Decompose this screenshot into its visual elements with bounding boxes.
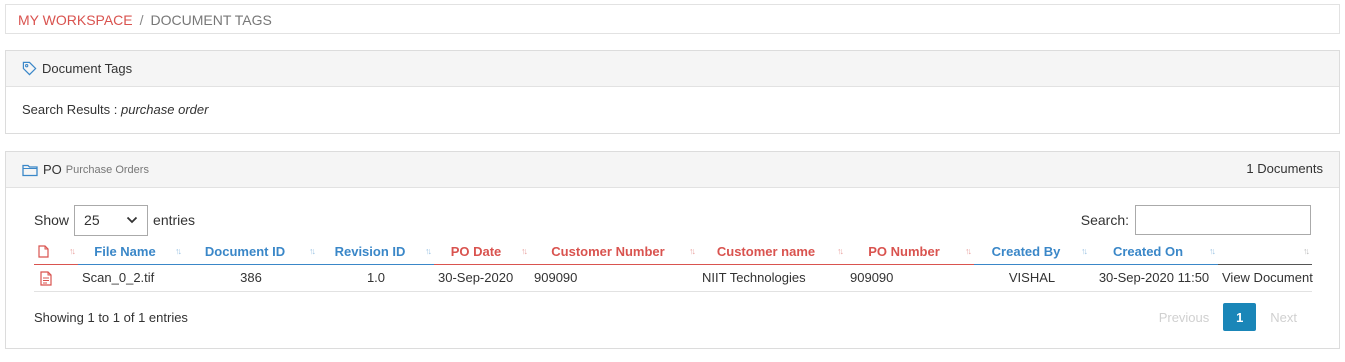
search-term: purchase order	[121, 102, 209, 117]
purchase-orders-heading: PO Purchase Orders 1 Documents	[6, 152, 1339, 188]
documents-table: ↑↓ File Name ↑↓ Document ID ↑↓ Revision …	[34, 240, 1313, 292]
document-tags-title: Document Tags	[42, 61, 133, 76]
sort-icon: ↑↓	[521, 246, 528, 256]
sort-icon: ↑↓	[309, 246, 316, 256]
purchase-orders-panel: PO Purchase Orders 1 Documents Show 25 e…	[5, 151, 1340, 349]
entries-select-value: 25	[84, 212, 100, 228]
customer-name-column-header[interactable]: Customer name ↑↓	[698, 240, 846, 265]
search-results-label: Search Results :	[22, 102, 118, 117]
next-page-button[interactable]: Next	[1256, 310, 1311, 325]
customer-name-cell: NIIT Technologies	[698, 264, 846, 292]
breadcrumb-separator: /	[139, 12, 144, 28]
document-tags-heading: Document Tags	[6, 51, 1339, 87]
search-results: Search Results : purchase order	[6, 87, 1339, 132]
folder-icon	[22, 164, 38, 176]
table-info: Showing 1 to 1 of 1 entries	[34, 310, 188, 325]
breadcrumb-current: DOCUMENT TAGS	[150, 12, 272, 28]
view-document-link[interactable]: View Document	[1218, 264, 1313, 292]
document-id-cell: 386	[184, 264, 318, 292]
sort-icon: ↑↓	[1209, 246, 1216, 256]
created-on-header-label: Created On	[1112, 244, 1184, 260]
po-date-header-label: PO Date	[450, 244, 502, 260]
entries-length-control: Show 25 entries	[34, 204, 196, 236]
file-name-column-header[interactable]: File Name ↑↓	[78, 240, 184, 265]
po-subtitle: Purchase Orders	[65, 163, 149, 176]
po-number-header-label: PO Number	[868, 244, 940, 260]
entries-label: entries	[153, 212, 196, 228]
customer-name-header-label: Customer name	[716, 244, 816, 260]
sort-icon: ↑↓	[425, 246, 432, 256]
created-by-cell: VISHAL	[974, 264, 1090, 292]
sort-icon: ↑↓	[1303, 246, 1310, 256]
sort-icon: ↑↓	[689, 246, 696, 256]
tag-icon	[22, 61, 37, 76]
table-header-row: ↑↓ File Name ↑↓ Document ID ↑↓ Revision …	[34, 240, 1312, 265]
sort-icon: ↑↓	[965, 246, 972, 256]
file-type-column-header[interactable]: ↑↓	[34, 240, 78, 265]
po-date-column-header[interactable]: PO Date ↑↓	[434, 240, 530, 265]
breadcrumb: MY WORKSPACE / DOCUMENT TAGS	[5, 4, 1340, 34]
previous-page-button[interactable]: Previous	[1145, 310, 1224, 325]
page-1-button[interactable]: 1	[1223, 303, 1257, 331]
document-id-header-label: Document ID	[204, 244, 286, 260]
created-by-column-header[interactable]: Created By ↑↓	[974, 240, 1090, 265]
search-control: Search:	[1081, 205, 1311, 235]
revision-id-header-label: Revision ID	[334, 244, 406, 260]
file-name-link[interactable]: Scan_0_2.tif	[78, 264, 184, 292]
revision-id-column-header[interactable]: Revision ID ↑↓	[318, 240, 434, 265]
created-on-column-header[interactable]: Created On ↑↓	[1090, 240, 1218, 265]
document-id-column-header[interactable]: Document ID ↑↓	[184, 240, 318, 265]
sort-icon: ↑↓	[69, 246, 76, 256]
file-icon	[38, 245, 49, 258]
customer-number-cell: 909090	[530, 264, 698, 292]
search-label: Search:	[1080, 212, 1129, 228]
search-input[interactable]	[1135, 205, 1311, 235]
po-date-cell: 30-Sep-2020	[434, 264, 530, 292]
entries-select[interactable]: 25	[74, 204, 149, 236]
chevron-down-icon	[126, 216, 138, 224]
show-label: Show	[34, 212, 70, 228]
created-on-cell: 30-Sep-2020 11:50	[1090, 264, 1218, 292]
breadcrumb-home-link[interactable]: MY WORKSPACE	[18, 12, 133, 28]
sort-icon: ↑↓	[175, 246, 182, 256]
action-column-header[interactable]: ↑↓	[1218, 240, 1312, 265]
file-pdf-icon	[40, 270, 52, 286]
document-count: 1 Documents	[1246, 161, 1323, 176]
po-number-column-header[interactable]: PO Number ↑↓	[846, 240, 974, 265]
pagination: Previous 1 Next	[1145, 303, 1311, 331]
file-name-header-label: File Name	[94, 244, 156, 260]
po-number-cell: 909090	[846, 264, 974, 292]
customer-number-column-header[interactable]: Customer Number ↑↓	[530, 240, 698, 265]
table-row: Scan_0_2.tif 386 1.0 30-Sep-2020 909090 …	[34, 264, 1313, 292]
table-controls: Show 25 entries Search:	[34, 204, 1311, 236]
revision-id-cell: 1.0	[318, 264, 434, 292]
created-by-header-label: Created By	[991, 244, 1061, 260]
customer-number-header-label: Customer Number	[551, 244, 665, 260]
po-code: PO	[43, 162, 62, 177]
file-type-cell	[34, 264, 78, 292]
sort-icon: ↑↓	[1081, 246, 1088, 256]
document-tags-panel: Document Tags Search Results : purchase …	[5, 50, 1340, 134]
sort-icon: ↑↓	[837, 246, 844, 256]
